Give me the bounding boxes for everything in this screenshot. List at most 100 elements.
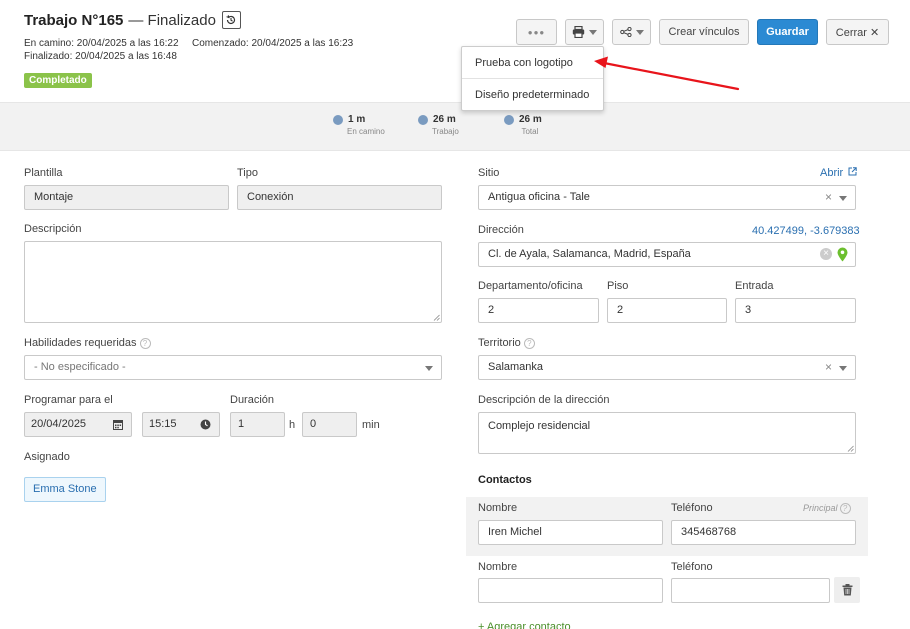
- history-button[interactable]: [221, 11, 241, 29]
- info-icon: ?: [523, 337, 535, 349]
- entrada-label: Entrada: [735, 280, 774, 292]
- territorio-value: Salamanka: [488, 361, 544, 373]
- clear-icon[interactable]: ×: [825, 356, 832, 379]
- resize-handle-icon[interactable]: [433, 314, 440, 321]
- resize-handle-icon[interactable]: [847, 445, 854, 452]
- programar-label: Programar para el: [24, 394, 113, 406]
- stat-value: 1 m: [348, 114, 366, 125]
- contactos-title: Contactos: [478, 474, 532, 486]
- assignee-chip[interactable]: Emma Stone: [24, 477, 106, 502]
- abrir-link-text: Abrir: [820, 167, 844, 179]
- time-stats-bar: 1 m En camino 26 m Trabajo 26 m Total: [0, 102, 910, 151]
- more-button[interactable]: ●●●: [516, 19, 557, 45]
- history-icon: [226, 15, 236, 25]
- info-icon: ?: [839, 503, 851, 515]
- hora-value: 15:15: [149, 418, 177, 430]
- share-button[interactable]: [612, 19, 651, 45]
- habilidades-label: Habilidades requeridas?: [24, 337, 151, 349]
- coordinates-link[interactable]: 40.427499, -3.679383: [752, 225, 860, 237]
- map-pin-icon[interactable]: [837, 247, 848, 262]
- sitio-label: Sitio: [478, 167, 500, 179]
- job-header: Trabajo N°165 — Finalizado En camino: 20…: [0, 0, 910, 102]
- desc-direccion-textarea[interactable]: Complejo residencial: [478, 412, 856, 454]
- direccion-value: Cl. de Ayala, Salamanca, Madrid, España: [488, 248, 691, 260]
- clear-icon[interactable]: ×: [820, 248, 832, 260]
- clear-icon[interactable]: ×: [825, 186, 832, 209]
- menu-item-diseno-predeterminado[interactable]: Diseño predeterminado: [475, 89, 589, 101]
- chevron-down-icon: [425, 366, 433, 371]
- contact-nombre-field[interactable]: [478, 578, 663, 603]
- stat-value: 26 m: [433, 114, 456, 125]
- contact-telefono-field[interactable]: [671, 578, 830, 603]
- stat-label: Total: [521, 127, 539, 136]
- minutos-unit: min: [362, 419, 380, 431]
- stat-label: En camino: [347, 127, 385, 136]
- territorio-label: Territorio?: [478, 337, 535, 349]
- desc-direccion-text: Complejo residencial: [488, 420, 591, 432]
- fecha-value: 20/04/2025: [31, 418, 87, 430]
- duracion-minutos-field[interactable]: 0: [302, 412, 357, 437]
- nombre-label: Nombre: [478, 561, 518, 573]
- habilidades-value: - No especificado -: [34, 361, 126, 373]
- chevron-down-icon: [839, 196, 847, 201]
- add-contact-link[interactable]: + Agregar contacto: [478, 621, 571, 629]
- sitio-select[interactable]: Antigua oficina - Tale ×: [478, 185, 856, 210]
- en-camino-timestamp: En camino: 20/04/2025 a las 16:22: [24, 38, 179, 49]
- stat-en-camino: 1 m En camino: [333, 114, 385, 136]
- delete-contact-button[interactable]: [834, 577, 860, 603]
- calendar-icon[interactable]: [113, 419, 123, 430]
- hora-field[interactable]: 15:15: [142, 412, 220, 437]
- close-button[interactable]: Cerrar ✕: [826, 19, 889, 45]
- territorio-select[interactable]: Salamanka ×: [478, 355, 856, 380]
- stat-total: 26 m Total: [504, 114, 542, 136]
- departamento-label: Departamento/oficina: [478, 280, 583, 292]
- share-icon: [619, 27, 632, 37]
- status-badge: Completado: [24, 73, 92, 88]
- stat-value: 26 m: [519, 114, 542, 125]
- page-title: Trabajo N°165: [24, 11, 124, 29]
- finalizado-timestamp: Finalizado: 20/04/2025 a las 16:48: [24, 51, 177, 62]
- title-row: Trabajo N°165 — Finalizado: [24, 11, 241, 29]
- duracion-label: Duración: [230, 394, 275, 406]
- principal-label: Principal?: [803, 503, 851, 515]
- habilidades-select[interactable]: - No especificado -: [24, 355, 442, 380]
- menu-item-prueba-logotipo[interactable]: Prueba con logotipo: [475, 57, 573, 69]
- entrada-field[interactable]: 3: [735, 298, 856, 323]
- trash-icon: [842, 584, 852, 596]
- clock-icon[interactable]: [200, 419, 211, 430]
- external-link-icon: [848, 167, 857, 176]
- chevron-down-icon: [589, 29, 597, 35]
- departamento-field[interactable]: 2: [478, 298, 599, 323]
- telefono-label: Teléfono: [671, 502, 713, 514]
- tipo-field[interactable]: Conexión: [237, 185, 442, 210]
- fecha-field[interactable]: 20/04/2025: [24, 412, 132, 437]
- contact-nombre-field[interactable]: Iren Michel: [478, 520, 663, 545]
- habilidades-label-text: Habilidades requeridas: [24, 337, 137, 349]
- save-button[interactable]: Guardar: [757, 19, 818, 45]
- desc-direccion-label: Descripción de la dirección: [478, 394, 610, 406]
- print-button[interactable]: [565, 19, 604, 45]
- piso-field[interactable]: 2: [607, 298, 727, 323]
- abrir-link[interactable]: Abrir: [820, 167, 857, 179]
- job-status-text: — Finalizado: [128, 11, 216, 29]
- plantilla-field[interactable]: Montaje: [24, 185, 229, 210]
- stat-label: Trabajo: [432, 127, 459, 136]
- duracion-horas-field[interactable]: 1: [230, 412, 285, 437]
- nombre-label: Nombre: [478, 502, 518, 514]
- print-dropdown-menu: Prueba con logotipo Diseño predeterminad…: [461, 46, 604, 111]
- info-icon: ?: [139, 337, 151, 349]
- territorio-label-text: Territorio: [478, 337, 521, 349]
- play-icon: [418, 114, 428, 125]
- crear-vinculos-button[interactable]: Crear vínculos: [659, 19, 749, 45]
- direccion-field[interactable]: Cl. de Ayala, Salamanca, Madrid, España …: [478, 242, 856, 267]
- contact-telefono-field[interactable]: 345468768: [671, 520, 856, 545]
- descripcion-textarea[interactable]: [24, 241, 442, 323]
- descripcion-label: Descripción: [24, 223, 82, 235]
- asignado-label: Asignado: [24, 451, 70, 463]
- annotation-arrow-icon: [594, 56, 740, 91]
- sitio-value: Antigua oficina - Tale: [488, 191, 590, 203]
- piso-label: Piso: [607, 280, 629, 292]
- printer-icon: [572, 26, 585, 38]
- telefono-label: Teléfono: [671, 561, 713, 573]
- comenzado-timestamp: Comenzado: 20/04/2025 a las 16:23: [192, 38, 354, 49]
